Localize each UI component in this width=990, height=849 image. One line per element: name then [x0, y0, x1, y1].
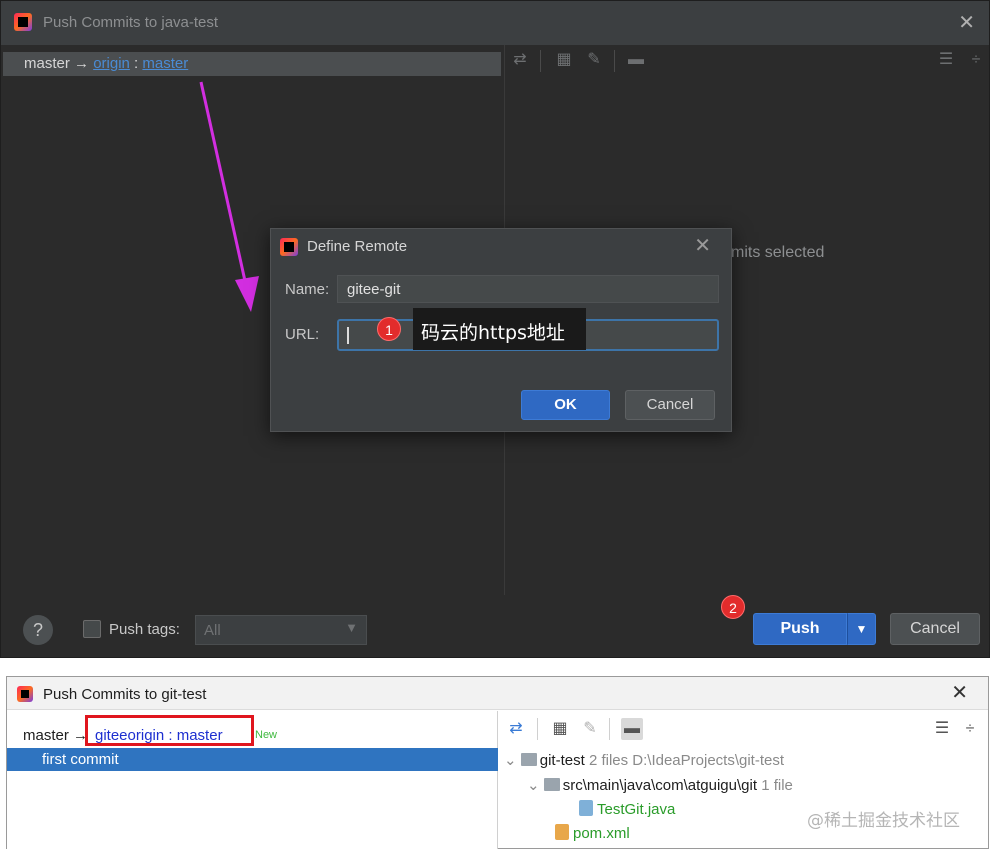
local-branch: master [23, 727, 69, 744]
branch-row[interactable]: master → origin : master [3, 52, 501, 76]
remote-target-link[interactable]: giteeorigin : master [95, 727, 223, 744]
expand-all-icon[interactable]: ☰ [931, 718, 953, 740]
folder-icon [543, 778, 560, 791]
changes-toolbar: ⇄ ▦ ✎ ▬ ☰ ÷ [499, 712, 988, 744]
edit-source-icon[interactable]: ✎ [584, 50, 604, 70]
java-file-icon [579, 800, 593, 816]
step-badge-1: 1 [377, 317, 401, 341]
local-branch: master [24, 55, 70, 72]
new-tag: New [255, 729, 278, 741]
changes-toolbar: ⇄ ▦ ✎ ▬ ☰ ÷ [506, 46, 989, 76]
ok-button[interactable]: OK [521, 390, 610, 420]
tree-folder-row[interactable]: ⌄ src\main\java\com\atguigu\git 1 file [527, 776, 793, 794]
push-tags-select[interactable]: All ▼ [195, 615, 367, 645]
commit-row[interactable]: first commit [7, 748, 498, 771]
step-badge-2: 2 [721, 595, 745, 619]
url-hint-tooltip: 码云的https地址 [413, 308, 586, 350]
tree-file-row[interactable]: pom.xml [555, 824, 630, 842]
toolbar-separator [614, 50, 615, 72]
url-label: URL: [285, 326, 320, 343]
dialog-title: Define Remote [307, 238, 408, 255]
title-bar: Push Commits to java-test ✕ [1, 1, 989, 45]
tree-file-name: TestGit.java [597, 801, 676, 818]
intellij-logo-icon [14, 13, 32, 31]
help-button[interactable]: ? [23, 615, 53, 645]
tree-folder-name: src\main\java\com\atguigu\git [562, 777, 758, 794]
text-caret [347, 327, 349, 344]
tree-file-name: pom.xml [573, 825, 630, 842]
expand-icon[interactable]: ⇄ [510, 50, 530, 70]
name-input[interactable]: gitee-git [337, 275, 719, 303]
watermark: @稀土掘金技术社区 [807, 811, 960, 831]
dialog-title: Push Commits to java-test [43, 14, 219, 31]
module-folder-icon [520, 753, 537, 766]
no-commits-selected-text: mits selected [731, 244, 825, 261]
close-icon[interactable]: ✕ [951, 680, 968, 705]
tree-file-row[interactable]: TestGit.java [579, 800, 675, 818]
chevron-down-icon[interactable]: ⌄ [527, 777, 540, 794]
toolbar-separator [537, 718, 538, 740]
remote-name-link[interactable]: origin [93, 55, 130, 72]
remote-separator: : [129, 55, 143, 72]
expand-all-icon[interactable]: ☰ [936, 50, 956, 70]
close-icon[interactable]: ✕ [694, 233, 711, 258]
tree-root-name: git-test [539, 752, 585, 769]
group-by-icon[interactable]: ▦ [554, 50, 574, 70]
branch-row[interactable]: master → [23, 727, 88, 744]
chevron-down-icon[interactable]: ⌄ [504, 752, 517, 769]
cancel-button[interactable]: Cancel [890, 613, 980, 645]
push-dropdown-button[interactable]: ▼ [847, 613, 876, 645]
tree-folder-info: 1 file [761, 777, 793, 794]
expand-icon[interactable]: ⇄ [505, 718, 527, 740]
push-tags-checkbox[interactable] [83, 620, 101, 638]
push-tags-value: All [204, 622, 221, 639]
tree-root-row[interactable]: ⌄ git-test 2 files D:\IdeaProjects\git-t… [504, 751, 784, 769]
toolbar-separator [609, 718, 610, 740]
cancel-button[interactable]: Cancel [625, 390, 715, 420]
intellij-logo-icon [17, 686, 33, 702]
name-label: Name: [285, 281, 330, 298]
title-bar: Push Commits to git-test ✕ [7, 677, 988, 710]
preview-diff-icon[interactable]: ▬ [626, 50, 646, 70]
group-by-icon[interactable]: ▦ [549, 718, 571, 740]
maven-file-icon [555, 824, 569, 840]
annotation-arrow-icon [199, 81, 259, 312]
close-icon[interactable]: ✕ [958, 10, 975, 35]
dialog-title: Push Commits to git-test [43, 686, 207, 703]
edit-source-icon[interactable]: ✎ [579, 718, 601, 740]
preview-diff-icon[interactable]: ▬ [621, 718, 643, 740]
arrow-icon: → [74, 55, 90, 72]
toolbar-separator [540, 50, 541, 72]
collapse-all-icon[interactable]: ÷ [966, 50, 986, 70]
define-remote-dialog: Define Remote ✕ Name: gitee-git URL: 1 码… [270, 228, 732, 432]
push-button[interactable]: Push [753, 613, 847, 645]
chevron-down-icon: ▼ [345, 620, 358, 635]
collapse-all-icon[interactable]: ÷ [959, 718, 981, 740]
tree-root-info: 2 files D:\IdeaProjects\git-test [588, 752, 785, 769]
push-tags-label: Push tags: [109, 621, 180, 638]
remote-branch-link[interactable]: master [142, 55, 188, 72]
intellij-logo-icon [280, 238, 298, 256]
